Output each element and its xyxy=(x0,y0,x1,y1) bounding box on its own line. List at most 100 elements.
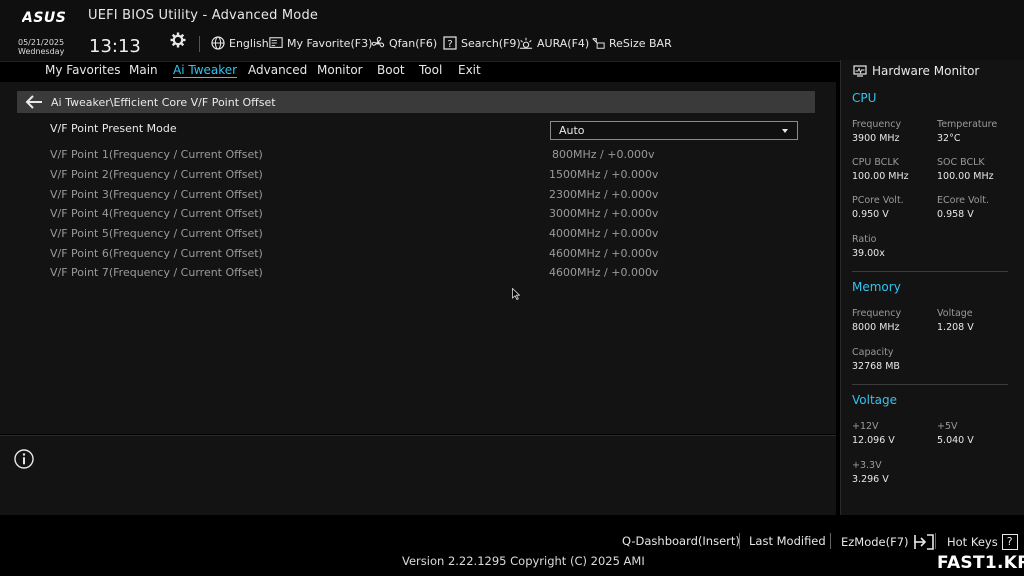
vf-point-label: V/F Point 2(Frequency / Current Offset) xyxy=(50,168,263,181)
qfan-button[interactable]: Qfan(F6) xyxy=(371,34,437,52)
v5-value: 5.040 V xyxy=(937,435,974,446)
clock[interactable]: 13:13 xyxy=(89,36,141,57)
present-mode-dropdown[interactable]: Auto xyxy=(550,121,798,140)
memory-capacity-value: 32768 MB xyxy=(852,361,900,372)
tab-main[interactable]: Main xyxy=(129,63,158,77)
my-favorite-button[interactable]: My Favorite(F3) xyxy=(269,34,372,52)
q-dashboard-button[interactable]: Q-Dashboard(Insert) xyxy=(622,534,740,548)
main-tab-bar: My Favorites Main Ai Tweaker Advanced Mo… xyxy=(0,60,836,82)
breadcrumb: Ai Tweaker\Efficient Core V/F Point Offs… xyxy=(17,91,815,113)
resize-bar-icon xyxy=(592,38,605,49)
asus-logo: ASUS xyxy=(22,10,66,25)
voltage-section-title: Voltage xyxy=(852,393,898,407)
vf-point-value: 4000MHz / +0.000v xyxy=(549,227,659,240)
search-label: Search(F9) xyxy=(461,36,521,50)
hot-keys-button[interactable]: Hot Keys ? xyxy=(947,534,1018,550)
tab-my-favorites[interactable]: My Favorites xyxy=(45,63,120,77)
last-modified-button[interactable]: Last Modified xyxy=(749,534,826,548)
my-favorite-label: My Favorite(F3) xyxy=(287,36,373,50)
svg-text:?: ? xyxy=(447,39,452,50)
favorite-icon xyxy=(269,37,283,48)
version-text: Version 2.22.1295 Copyright (C) 2025 AMI xyxy=(402,554,645,568)
gear-icon[interactable] xyxy=(170,32,186,48)
memory-frequency-label: Frequency xyxy=(852,308,902,319)
weekday-text: Wednesday xyxy=(18,47,65,56)
language-button[interactable]: English xyxy=(211,34,269,52)
present-mode-value: Auto xyxy=(559,124,585,137)
aura-icon xyxy=(519,37,533,49)
ecore-volt-label: ECore Volt. xyxy=(937,195,989,206)
vf-point-value: 800MHz / +0.000v xyxy=(552,148,655,161)
vf-point-value: 4600MHz / +0.000v xyxy=(549,247,659,260)
fan-icon xyxy=(371,36,385,48)
ez-mode-button[interactable]: EzMode(F7) xyxy=(841,534,935,550)
section-divider xyxy=(852,384,1008,385)
hardware-monitor-panel: Hardware Monitor CPU Frequency 3900 MHz … xyxy=(840,60,1024,515)
vf-point-label: V/F Point 6(Frequency / Current Offset) xyxy=(50,247,263,260)
last-modified-label: Last Modified xyxy=(749,534,826,548)
globe-icon xyxy=(211,36,225,50)
tab-exit[interactable]: Exit xyxy=(458,63,481,77)
chevron-down-icon xyxy=(782,128,788,133)
memory-voltage-value: 1.208 V xyxy=(937,322,974,333)
tab-boot[interactable]: Boot xyxy=(377,63,405,77)
help-info-panel xyxy=(0,435,836,515)
vf-point-label: V/F Point 7(Frequency / Current Offset) xyxy=(50,266,263,279)
soc-bclk-value: 100.00 MHz xyxy=(937,171,994,182)
memory-voltage-label: Voltage xyxy=(937,308,973,319)
section-divider xyxy=(852,271,1008,272)
back-arrow-icon[interactable] xyxy=(25,95,43,109)
monitor-icon xyxy=(853,65,867,77)
breadcrumb-path: Ai Tweaker\Efficient Core V/F Point Offs… xyxy=(51,95,276,109)
q-dashboard-label: Q-Dashboard(Insert) xyxy=(622,534,740,548)
footer-bar: Q-Dashboard(Insert) Last Modified EzMode… xyxy=(0,515,1024,576)
exit-arrow-icon xyxy=(913,534,934,550)
ecore-volt-value: 0.958 V xyxy=(937,209,974,220)
aura-label: AURA(F4) xyxy=(537,36,590,50)
date-display: 05/21/2025 Wednesday xyxy=(18,38,64,56)
cpu-bclk-label: CPU BCLK xyxy=(852,157,899,168)
date-text: 05/21/2025 xyxy=(18,38,65,47)
cpu-ratio-label: Ratio xyxy=(852,234,877,245)
cpu-temperature-value: 32°C xyxy=(937,133,961,144)
footer-divider xyxy=(739,533,740,549)
tab-tool[interactable]: Tool xyxy=(419,63,442,77)
footer-divider xyxy=(935,533,936,549)
hardware-monitor-label: Hardware Monitor xyxy=(872,64,980,78)
v33-label: +3.3V xyxy=(852,460,882,471)
aura-button[interactable]: AURA(F4) xyxy=(519,34,589,52)
info-icon xyxy=(14,449,34,469)
vf-point-value: 3000MHz / +0.000v xyxy=(549,207,659,220)
v5-label: +5V xyxy=(937,421,958,432)
vf-point-label: V/F Point 1(Frequency / Current Offset) xyxy=(50,148,263,161)
vf-point-value: 2300MHz / +0.000v xyxy=(549,188,659,201)
help-search-icon: ? xyxy=(443,36,457,50)
vf-point-value: 1500MHz / +0.000v xyxy=(549,168,659,181)
cpu-ratio-value: 39.00x xyxy=(852,248,885,259)
present-mode-label: V/F Point Present Mode xyxy=(50,122,177,135)
v33-value: 3.296 V xyxy=(852,474,889,485)
language-label: English xyxy=(229,36,269,50)
mouse-cursor-icon xyxy=(512,288,520,300)
ez-mode-label: EzMode(F7) xyxy=(841,535,909,549)
search-button[interactable]: ? Search(F9) xyxy=(443,34,521,52)
memory-section-title: Memory xyxy=(852,280,901,294)
cpu-temperature-label: Temperature xyxy=(937,119,998,130)
cpu-bclk-value: 100.00 MHz xyxy=(852,171,909,182)
resize-bar-label: ReSize BAR xyxy=(609,36,672,50)
app-title: UEFI BIOS Utility - Advanced Mode xyxy=(88,8,319,23)
vf-point-label: V/F Point 3(Frequency / Current Offset) xyxy=(50,188,263,201)
pcore-volt-value: 0.950 V xyxy=(852,209,889,220)
svg-text:ASUS: ASUS xyxy=(22,10,66,25)
tab-advanced[interactable]: Advanced xyxy=(248,63,307,77)
top-bar: ASUS UEFI BIOS Utility - Advanced Mode 0… xyxy=(0,0,1024,62)
tab-ai-tweaker[interactable]: Ai Tweaker xyxy=(173,63,238,78)
cpu-frequency-label: Frequency xyxy=(852,119,902,130)
tab-monitor[interactable]: Monitor xyxy=(317,63,363,77)
pcore-volt-label: PCore Volt. xyxy=(852,195,904,206)
resize-bar-button[interactable]: ReSize BAR xyxy=(591,34,672,52)
settings-panel: Ai Tweaker\Efficient Core V/F Point Offs… xyxy=(0,82,836,434)
vf-point-value: 4600MHz / +0.000v xyxy=(549,266,659,279)
vf-point-label: V/F Point 4(Frequency / Current Offset) xyxy=(50,207,263,220)
vf-point-label: V/F Point 5(Frequency / Current Offset) xyxy=(50,227,263,240)
